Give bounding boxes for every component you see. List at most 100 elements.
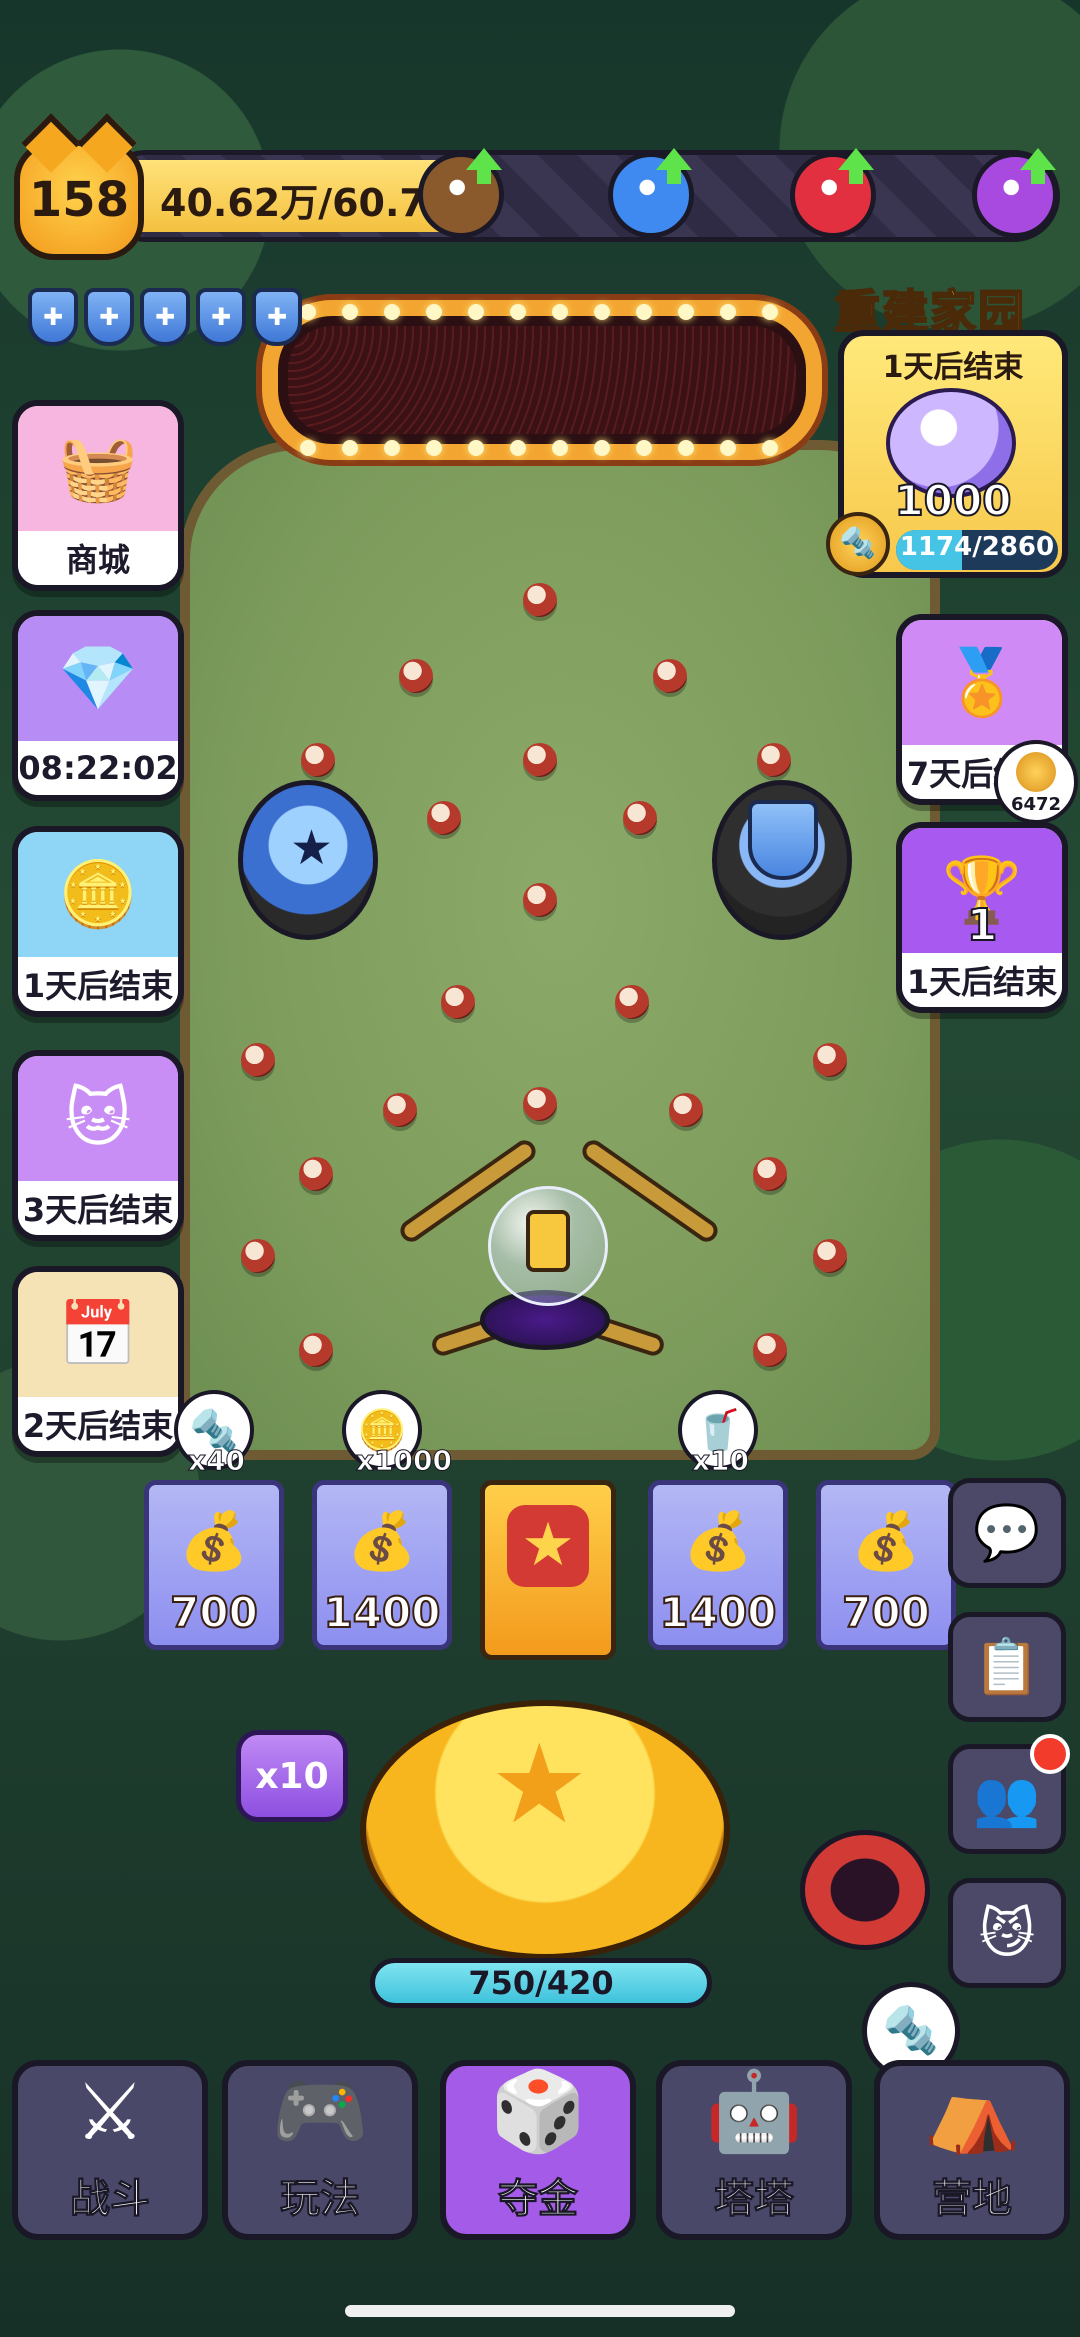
upgrade-arrow-icon [838, 148, 874, 184]
prize-value: 1400 [323, 1587, 442, 1638]
cat-medal-icon: 🏅 [902, 620, 1062, 745]
tile-trophy[interactable]: 🏆 1 1天后结束 [896, 822, 1068, 1013]
light-bulb [468, 440, 484, 456]
cat-badge-button[interactable]: 😼 [948, 1878, 1066, 1988]
peg [299, 1157, 333, 1191]
cat-robot-icon: 🤖 [705, 2067, 803, 2157]
flower-mascot[interactable] [800, 1830, 930, 1950]
peg [241, 1043, 275, 1077]
mystery-slot: ★ [480, 1480, 616, 1660]
screw-icon: 🔩 [826, 512, 890, 576]
shield-icon: ✚ [252, 288, 302, 346]
tile-label: 商城 [18, 531, 178, 585]
shopping-basket-icon: 🧺 [18, 406, 178, 531]
event-progress-text: 1174/2860 [899, 532, 1055, 562]
nav-tab-gamepad[interactable]: 🎮 玩法 [222, 2060, 418, 2240]
tile-label: 1天后结束 [902, 953, 1062, 1007]
shield-icon: ✚ [84, 288, 134, 346]
peg [383, 1093, 417, 1127]
light-bulb [384, 304, 400, 320]
prize-value: 1400 [659, 1587, 778, 1638]
nav-tab-tent[interactable]: ⛺ 营地 [874, 2060, 1070, 2240]
home-indicator[interactable] [345, 2305, 735, 2317]
peg [623, 801, 657, 835]
chat-button[interactable]: 💬 [948, 1478, 1066, 1588]
nav-tab-crossed-swords[interactable]: ⚔ 战斗 [12, 2060, 208, 2240]
cat-badge-icon: 😼 [978, 1901, 1036, 1965]
dice-faces-icon: 🎲 [489, 2067, 587, 2157]
tile-calendar[interactable]: 📅 2天后结束 [12, 1266, 184, 1457]
gift-card-icon [526, 1210, 570, 1272]
prize-value: 700 [169, 1587, 259, 1638]
energy-counter: 750/420 [370, 1958, 712, 2008]
peg [299, 1333, 333, 1367]
tile-golden-cats[interactable]: 🐱 3天后结束 [12, 1050, 184, 1241]
bonus-count: x40 [187, 1444, 246, 1478]
light-bulb [552, 440, 568, 456]
gold-pile-icon: 💰 [683, 1509, 753, 1574]
star-egg-icon: ★ [290, 820, 334, 876]
upgrade-arrow-icon [466, 148, 502, 184]
light-bulb [300, 440, 316, 456]
peg [523, 1087, 557, 1121]
nav-tab-cat-robot[interactable]: 🤖 塔塔 [656, 2060, 852, 2240]
tent-icon: ⛺ [923, 2067, 1021, 2157]
clipboard-check-icon: 📋 [973, 1635, 1041, 1698]
tile-shop[interactable]: 🧺 商城 [12, 400, 184, 591]
peg [427, 801, 461, 835]
coin-icon: 🪙 [18, 832, 178, 957]
nav-label: 营地 [932, 2176, 1013, 2223]
nav-tab-dice-faces[interactable]: 🎲 夺金 [440, 2060, 636, 2240]
nav-label: 玩法 [280, 2176, 361, 2223]
event-subtitle: 1天后结束 [882, 350, 1024, 385]
tile-label: 3天后结束 [18, 1181, 178, 1235]
light-bulb [510, 440, 526, 456]
marquee-screen [288, 326, 796, 434]
gamepad-icon: 🎮 [271, 2067, 369, 2157]
tasks-button[interactable]: 📋 [948, 1612, 1066, 1722]
light-bulb [510, 304, 526, 320]
chat-icon: 💬 [973, 1501, 1041, 1564]
light-bulb [468, 304, 484, 320]
peg [301, 743, 335, 777]
tile-coin-event[interactable]: 🪙 1天后结束 [12, 826, 184, 1017]
light-bulb [678, 304, 694, 320]
star-icon: ★ [490, 1720, 589, 1848]
trophy-rank: 1 [966, 899, 999, 952]
notification-dot [1030, 1734, 1070, 1774]
light-bulb [594, 304, 610, 320]
peg [753, 1157, 787, 1191]
calendar-icon: 📅 [18, 1272, 178, 1397]
peg [523, 743, 557, 777]
player-level-badge[interactable]: 158 [14, 140, 144, 260]
prize-slot: 💰 700 [144, 1480, 284, 1650]
tile-label: 1天后结束 [18, 957, 178, 1011]
multiplier-button[interactable]: x10 [236, 1730, 348, 1822]
gold-pile-icon: 💰 [347, 1509, 417, 1574]
light-bulb [342, 304, 358, 320]
peg [523, 883, 557, 917]
light-bulb [720, 440, 736, 456]
light-bulb [426, 440, 442, 456]
trophy-coin-badge[interactable]: 6472 [994, 740, 1078, 824]
prize-slot: 💰 700 [816, 1480, 956, 1650]
friends-icon: 👥 [973, 1767, 1041, 1830]
shield-icon: ✚ [140, 288, 190, 346]
bonus-count: x1000 [356, 1444, 453, 1478]
peg [813, 1239, 847, 1273]
light-bulb [384, 440, 400, 456]
crossed-swords-icon: ⚔ [75, 2068, 145, 2158]
light-bulb [762, 304, 778, 320]
shield-icon: ✚ [28, 288, 78, 346]
tile-label: 08:22:02 [18, 741, 178, 795]
gold-pile-icon: 💰 [851, 1509, 921, 1574]
coin-icon [1016, 752, 1056, 792]
tile-gem-bag[interactable]: 💎 08:22:02 [12, 610, 184, 801]
gold-pile-icon: 💰 [179, 1509, 249, 1574]
peg [523, 583, 557, 617]
light-bulb [636, 304, 652, 320]
light-bulb [762, 440, 778, 456]
prize-slot: 💰 1400 [648, 1480, 788, 1650]
trophy-icon: 🏆 1 [902, 828, 1062, 953]
light-bulb [300, 304, 316, 320]
